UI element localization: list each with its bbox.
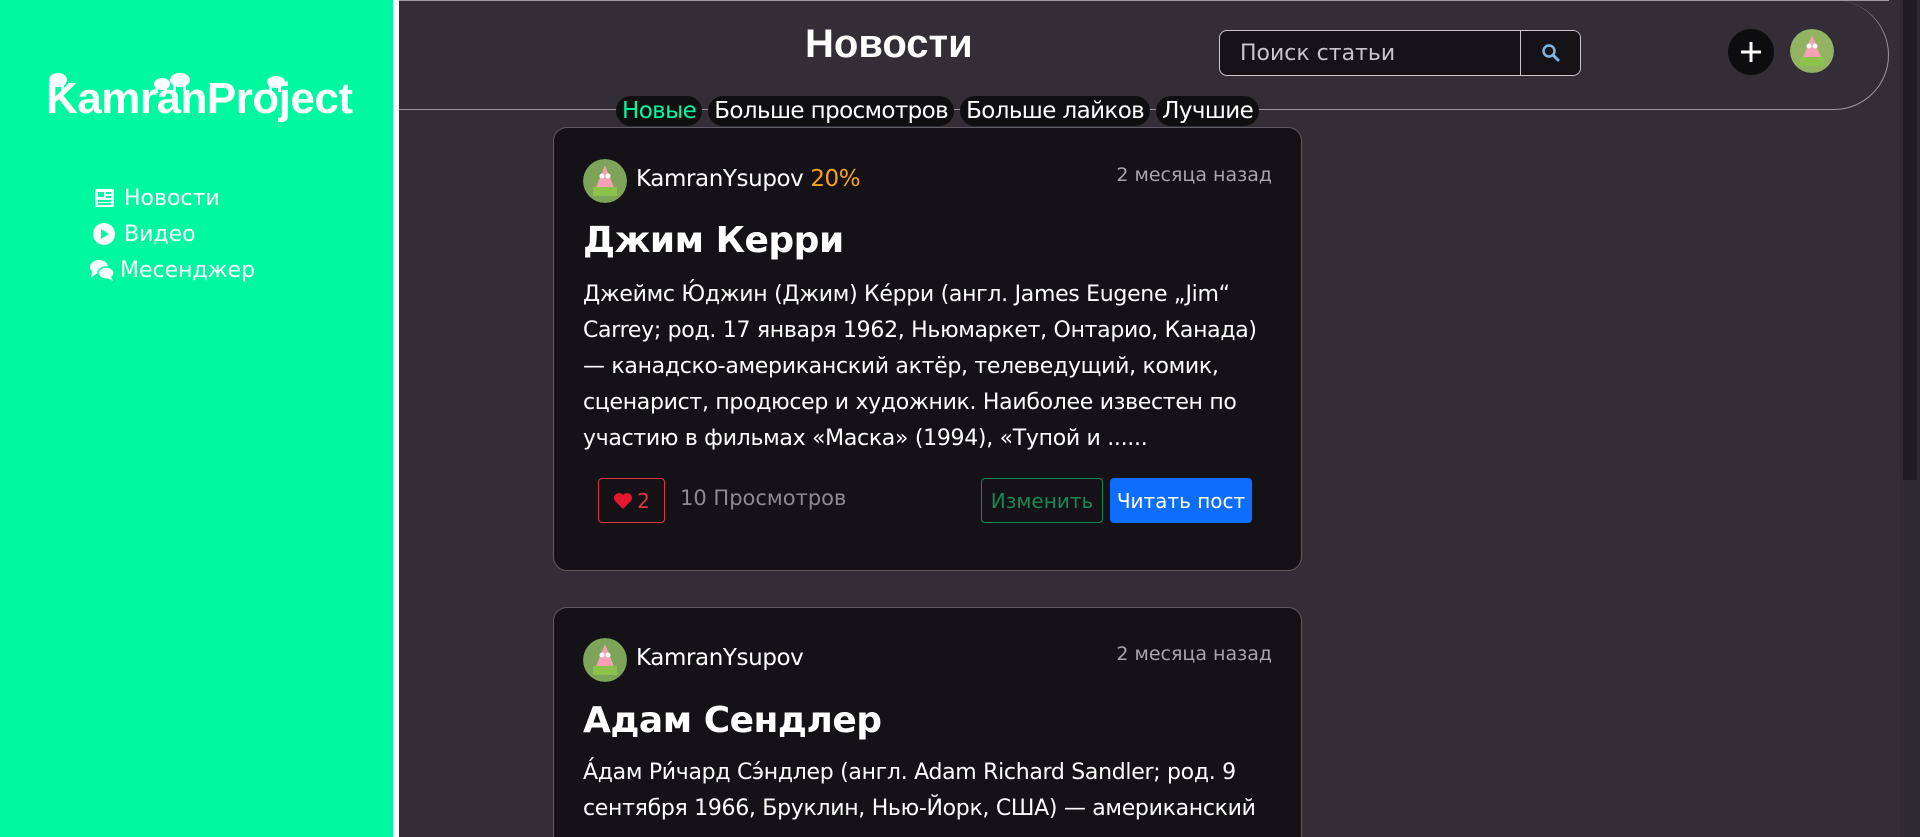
author-avatar[interactable] (583, 638, 627, 682)
avatar-image (583, 159, 627, 203)
tab-best[interactable]: Лучшие (1156, 96, 1260, 126)
scrollbar-thumb[interactable] (1903, 0, 1917, 480)
plus-icon (1741, 42, 1761, 62)
search-button[interactable] (1520, 31, 1580, 75)
user-avatar[interactable] (1790, 29, 1834, 73)
brand-logo[interactable]: KamranProject (46, 74, 353, 124)
post-title: Адам Сендлер (583, 700, 882, 741)
header (399, 0, 1889, 110)
newspaper-icon (95, 189, 114, 207)
play-circle-icon (93, 223, 115, 245)
post-author[interactable]: KamranYsupov 20% (636, 166, 861, 192)
sidebar-item-messenger[interactable]: Месенджер (90, 252, 256, 288)
sort-tabs: Новые Больше просмотров Больше лайков Лу… (616, 96, 1260, 126)
post-excerpt: А́дам Ри́чард Сэ́ндлер (англ. Adam Richa… (583, 760, 1256, 821)
post-time: 2 месяца назад (1116, 164, 1272, 186)
post-card: KamranYsupov 20% 2 месяца назад Джим Кер… (553, 127, 1302, 571)
view-count: 10 Просмотров (680, 486, 847, 510)
post-excerpt: Джеймс Ю́джин (Джим) Ке́рри (англ. James… (583, 282, 1257, 451)
tab-most-liked[interactable]: Больше лайков (960, 96, 1151, 126)
author-name: KamranYsupov (636, 166, 804, 192)
tab-new[interactable]: Новые (616, 96, 703, 126)
sidebar: KamranProject Новости Видео Месенджер (0, 0, 393, 837)
post-time: 2 месяца назад (1116, 643, 1272, 665)
avatar-image (1790, 29, 1834, 73)
add-post-button[interactable] (1728, 29, 1774, 75)
sidebar-item-label: Месенджер (120, 257, 256, 283)
magnifier-icon (1541, 44, 1559, 62)
author-rating: 20% (810, 166, 861, 192)
sidebar-item-news[interactable]: Новости (92, 180, 255, 216)
author-name: KamranYsupov (636, 645, 804, 671)
like-count: 2 (637, 488, 650, 513)
avatar-image (583, 638, 627, 682)
author-avatar[interactable] (583, 159, 627, 203)
sidebar-item-video[interactable]: Видео (92, 216, 255, 252)
tab-most-viewed[interactable]: Больше просмотров (708, 96, 955, 126)
sidebar-nav: Новости Видео Месенджер (90, 180, 256, 288)
post-title: Джим Керри (583, 220, 844, 261)
post-author[interactable]: KamranYsupov (636, 645, 804, 671)
edit-button[interactable]: Изменить (981, 478, 1103, 523)
search-input[interactable] (1220, 31, 1520, 75)
post-card: KamranYsupov 2 месяца назад Адам Сендлер… (553, 607, 1302, 837)
chat-icon (90, 260, 115, 281)
like-button[interactable]: 2 (598, 478, 665, 523)
page-title: Новости (805, 22, 973, 66)
read-post-button[interactable]: Читать пост (1110, 478, 1252, 523)
sidebar-item-label: Видео (124, 221, 196, 247)
sidebar-item-label: Новости (124, 185, 220, 211)
search-form (1219, 30, 1581, 76)
heart-icon (614, 492, 633, 509)
sidebar-divider (393, 0, 399, 837)
